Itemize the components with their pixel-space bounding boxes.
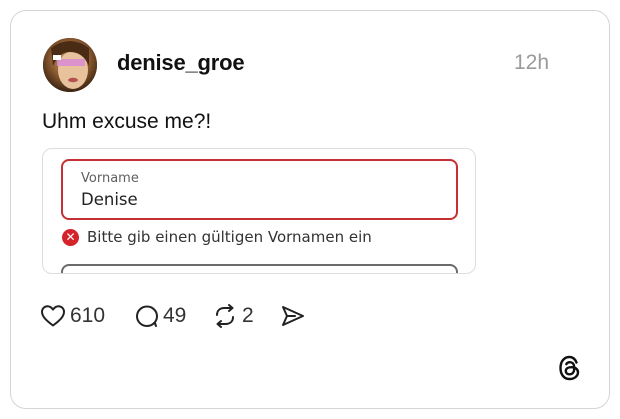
- firstname-field: Vorname Denise: [61, 159, 458, 220]
- field-label: Vorname: [81, 171, 139, 186]
- post-time: 12h: [514, 51, 550, 74]
- like-count: 610: [70, 304, 106, 327]
- repost-count: 2: [242, 304, 254, 327]
- attached-screenshot[interactable]: Vorname Denise ✕ Bitte gib einen gültige…: [42, 148, 476, 274]
- error-message: Bitte gib einen gültigen Vornamen ein: [87, 228, 372, 246]
- heart-icon: [41, 305, 65, 327]
- next-field: [61, 264, 458, 273]
- reply-button[interactable]: 49: [133, 304, 186, 328]
- avatar[interactable]: [43, 38, 97, 92]
- share-icon: [282, 306, 304, 326]
- post-text: Uhm excuse me?!: [42, 110, 212, 133]
- username[interactable]: denise_groe: [117, 50, 245, 76]
- share-button[interactable]: [280, 304, 306, 328]
- field-value: Denise: [81, 190, 138, 209]
- x-circle-icon: ✕: [62, 229, 79, 246]
- comment-icon: [136, 305, 158, 327]
- repost-button[interactable]: 2: [212, 304, 254, 328]
- repost-icon: [216, 304, 234, 328]
- threads-logo-icon[interactable]: [557, 354, 583, 387]
- like-button[interactable]: 610: [40, 304, 105, 328]
- reply-count: 49: [163, 304, 187, 327]
